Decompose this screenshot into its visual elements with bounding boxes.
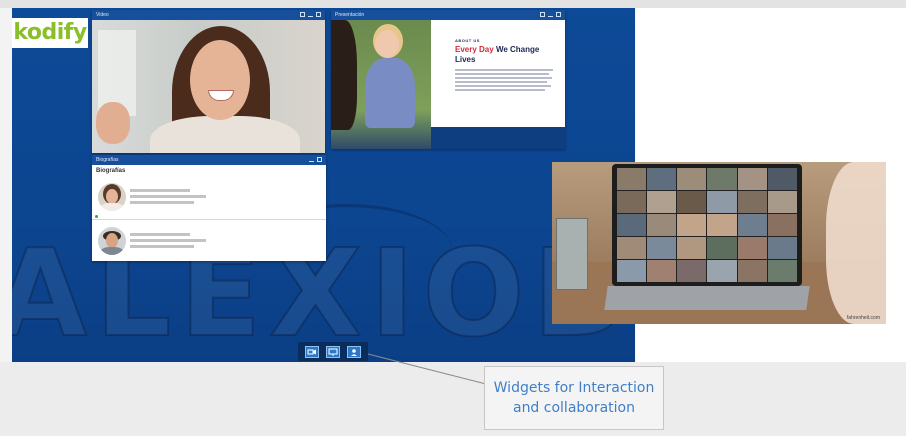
presentation-window[interactable]: Presentación ABOUT US Every Day We Chang… [331, 10, 565, 149]
laptop-keyboard [604, 286, 810, 310]
minimize-icon[interactable] [309, 157, 314, 162]
waving-hand [96, 102, 130, 144]
biographies-window-title: Biografías [96, 157, 119, 163]
biographies-window-titlebar[interactable]: Biografías [92, 155, 326, 165]
video-conference-photo: fahrenheit.com [552, 162, 886, 324]
close-icon[interactable] [556, 12, 561, 17]
biographies-window[interactable]: Biografías Biografías [92, 155, 326, 261]
presentation-slide: ABOUT US Every Day We Change Lives [331, 20, 565, 149]
close-icon[interactable] [317, 157, 322, 162]
list-item[interactable] [92, 175, 326, 220]
books [556, 218, 588, 290]
avatar [98, 227, 126, 255]
maximize-icon[interactable] [300, 12, 305, 17]
bio-text-placeholder [130, 233, 206, 251]
slide-paragraph [455, 69, 553, 91]
presentation-window-titlebar[interactable]: Presentación [331, 10, 565, 20]
video-feed [92, 20, 325, 153]
photo-credit: fahrenheit.com [846, 315, 880, 321]
slide-footer [431, 127, 565, 149]
minimize-icon[interactable] [548, 12, 553, 17]
participant-grid [617, 168, 797, 282]
status-dot [95, 215, 98, 218]
video-camera-icon[interactable] [305, 345, 320, 358]
slide-text-panel: ABOUT US Every Day We Change Lives [431, 20, 565, 124]
presentation-screen-icon[interactable] [325, 345, 340, 358]
bio-text-placeholder [130, 189, 206, 207]
widget-toolbar [298, 342, 368, 361]
list-item[interactable] [92, 219, 326, 263]
bottom-band [0, 362, 906, 436]
video-window-title: Video [96, 12, 109, 18]
biographies-heading: Biografías [96, 168, 126, 174]
video-window-titlebar[interactable]: Video [92, 10, 325, 20]
maximize-icon[interactable] [540, 12, 545, 17]
user-card-icon[interactable] [346, 345, 361, 358]
video-window[interactable]: Video [92, 10, 325, 153]
kodify-logo: kodify [12, 18, 88, 48]
slide-photo [331, 20, 431, 149]
close-icon[interactable] [316, 12, 321, 17]
avatar [98, 183, 126, 211]
callout-label: Widgets for Interaction and collaboratio… [484, 366, 664, 430]
minimize-icon[interactable] [308, 12, 313, 17]
slide-eyebrow: ABOUT US [455, 38, 480, 43]
slide-headline-accent: Every Day [455, 45, 494, 54]
presentation-window-title: Presentación [335, 12, 365, 18]
slide-headline: Every Day We Change Lives [455, 45, 545, 65]
top-band [0, 0, 906, 8]
